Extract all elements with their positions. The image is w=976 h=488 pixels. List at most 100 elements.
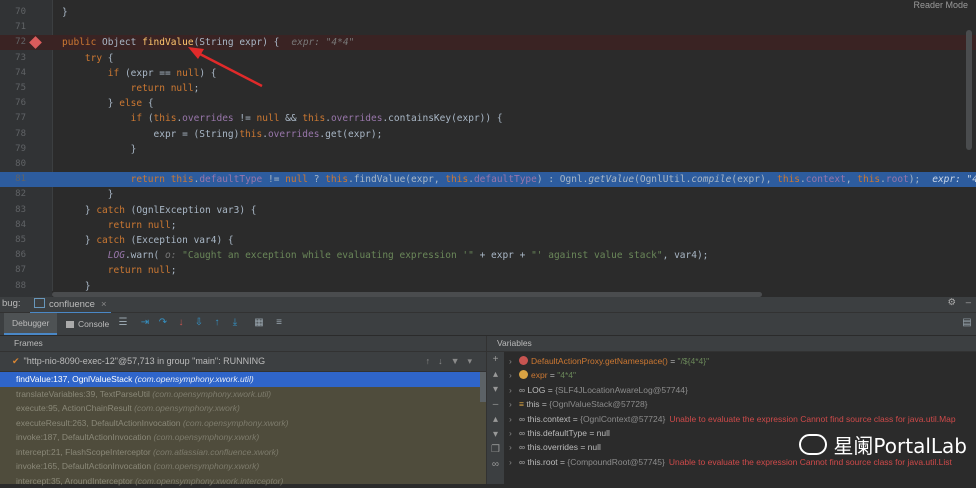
code-line[interactable]: 82 }	[0, 187, 976, 202]
code-line[interactable]: 81 return this.defaultType != null ? thi…	[0, 172, 976, 187]
variable-row[interactable]: ›DefaultActionProxy.getNamespace() = "/$…	[509, 354, 709, 368]
line-number: 70	[0, 5, 26, 20]
tab-debugger[interactable]: Debugger	[4, 313, 57, 335]
trace-icon[interactable]: ≡	[274, 318, 284, 328]
editor-vertical-scrollbar[interactable]	[966, 30, 972, 150]
frame-item[interactable]: execute:95, ActionChainResult (com.opens…	[0, 401, 486, 416]
move-up-icon[interactable]: ▴	[487, 412, 504, 427]
code-line[interactable]: 87 return null;	[0, 263, 976, 278]
code-line[interactable]: 77 if (this.overrides != null && this.ov…	[0, 111, 976, 126]
frame-item[interactable]: translateVariables:39, TextParseUtil (co…	[0, 387, 486, 402]
thread-controls[interactable]: ↑↓▼▾	[426, 352, 480, 371]
remove-icon[interactable]: –	[487, 397, 504, 412]
expand-icon[interactable]: ›	[509, 412, 519, 426]
code-line[interactable]: 73 try {	[0, 51, 976, 66]
frame-item[interactable]: intercept:21, FlashScopeInterceptor (com…	[0, 445, 486, 460]
move-down-icon[interactable]: ▾	[487, 427, 504, 442]
expand-icon[interactable]: ›	[509, 455, 519, 469]
code-text: } catch (Exception var4) {	[62, 233, 234, 248]
equals-sign: =	[587, 428, 597, 438]
frame-method: intercept:35, AroundInterceptor	[16, 476, 133, 486]
code-line[interactable]: 79 }	[0, 142, 976, 157]
variable-row[interactable]: ›∞ this.defaultType = null	[509, 426, 610, 440]
gear-icon[interactable]: ⚙	[947, 297, 956, 308]
thread-selector[interactable]: ✔"http-nio-8090-exec-12"@57,713 in group…	[0, 352, 486, 372]
variable-row[interactable]: ›expr = "4*4"	[509, 368, 576, 382]
expand-icon[interactable]: ›	[509, 354, 519, 368]
inline-debug-value: expr: "4*4"	[932, 174, 976, 185]
line-number: 74	[0, 66, 26, 81]
frames-list[interactable]: findValue:137, OgnlValueStack (com.opens…	[0, 372, 486, 484]
tab-confluence[interactable]: confluence ×	[30, 297, 111, 314]
variable-value: "/${4*4}"	[678, 356, 710, 366]
run-to-cursor-icon[interactable]: ⤓	[230, 318, 240, 328]
code-text: if (expr == null) {	[62, 66, 216, 81]
frame-item[interactable]: intercept:35, AroundInterceptor (com.ope…	[0, 474, 486, 488]
expand-icon[interactable]: ›	[509, 440, 519, 454]
frame-item[interactable]: invoke:187, DefaultActionInvocation (com…	[0, 430, 486, 445]
variable-value: {OgnlContext@57724}	[580, 414, 665, 424]
watches-icon[interactable]: ∞	[487, 457, 504, 472]
check-icon: ✔	[12, 356, 20, 366]
code-line[interactable]: 72public Object findValue(String expr) {…	[0, 35, 976, 50]
line-number: 75	[0, 81, 26, 96]
menu-icon[interactable]: ☰	[118, 318, 128, 328]
frame-item[interactable]: executeResult:263, DefaultActionInvocati…	[0, 416, 486, 431]
code-editor[interactable]: Reader Mode 70}7172public Object findVal…	[0, 0, 976, 297]
step-over-icon[interactable]: ↷	[158, 318, 168, 328]
step-out-icon[interactable]: ↑	[212, 318, 222, 328]
code-line[interactable]: 71	[0, 20, 976, 35]
line-number: 87	[0, 263, 26, 278]
console-icon	[66, 321, 74, 328]
watermark-text: 星阑PortalLab	[833, 434, 967, 458]
copy-icon[interactable]: ❐	[487, 442, 504, 457]
tab-console-label: Console	[78, 319, 109, 329]
expand-icon[interactable]: ›	[509, 368, 519, 382]
code-line[interactable]: 70}	[0, 5, 976, 20]
code-text: LOG.warn( o: "Caught an exception while …	[62, 248, 708, 263]
code-line[interactable]: 80	[0, 157, 976, 172]
variable-name: this.root	[527, 457, 557, 467]
code-line[interactable]: 84 return null;	[0, 218, 976, 233]
code-line[interactable]: 74 if (expr == null) {	[0, 66, 976, 81]
down-icon[interactable]: ▾	[487, 382, 504, 397]
frame-item[interactable]: findValue:137, OgnlValueStack (com.opens…	[0, 372, 486, 387]
frame-package: (com.opensymphony.xwork)	[154, 432, 260, 442]
code-line[interactable]: 85 } catch (Exception var4) {	[0, 233, 976, 248]
equals-sign: =	[540, 399, 550, 409]
code-text: expr = (String)this.overrides.get(expr);	[62, 127, 382, 142]
tab-confluence-label: confluence	[49, 299, 95, 310]
code-line[interactable]: 83 } catch (OgnlException var3) {	[0, 203, 976, 218]
variable-row[interactable]: ›∞ LOG = {SLF4JLocationAwareLog@57744}	[509, 383, 688, 397]
frame-method: invoke:187, DefaultActionInvocation	[16, 432, 151, 442]
frame-item[interactable]: invoke:165, DefaultActionInvocation (com…	[0, 459, 486, 474]
force-step-into-icon[interactable]: ⇩	[194, 318, 204, 328]
step-into-icon[interactable]: ↓	[176, 318, 186, 328]
variable-name: this.overrides	[527, 442, 578, 452]
code-line[interactable]: 86 LOG.warn( o: "Caught an exception whi…	[0, 248, 976, 263]
line-number: 73	[0, 51, 26, 66]
variable-row[interactable]: ›∞ this.overrides = null	[509, 440, 601, 454]
tab-console[interactable]: Console	[66, 313, 109, 335]
up-icon[interactable]: ▴	[487, 367, 504, 382]
evaluate-expression-icon[interactable]: ▦	[254, 318, 264, 328]
layout-icon[interactable]: ▤	[962, 318, 972, 328]
frame-method: findValue:137, OgnlValueStack	[16, 374, 132, 384]
expand-icon[interactable]: ›	[509, 383, 519, 397]
line-number: 85	[0, 233, 26, 248]
code-line[interactable]: 75 return null;	[0, 81, 976, 96]
breakpoint-icon[interactable]	[29, 37, 42, 50]
expand-icon[interactable]: ›	[509, 397, 519, 411]
code-line[interactable]: 76 } else {	[0, 96, 976, 111]
variable-row[interactable]: ›≡ this = {OgnlValueStack@57728}	[509, 397, 648, 411]
line-number: 78	[0, 127, 26, 142]
expand-icon[interactable]: ›	[509, 426, 519, 440]
add-watch-icon[interactable]: +	[487, 352, 504, 367]
show-execution-point-icon[interactable]: ⇥	[140, 318, 150, 328]
hide-icon[interactable]: –	[966, 297, 971, 308]
close-icon[interactable]: ×	[101, 299, 107, 310]
code-line[interactable]: 78 expr = (String)this.overrides.get(exp…	[0, 127, 976, 142]
inline-debug-value: expr: "4*4"	[291, 37, 354, 48]
variable-row[interactable]: ›∞ this.context = {OgnlContext@57724}Una…	[509, 412, 956, 426]
code-text: } else {	[62, 96, 154, 111]
